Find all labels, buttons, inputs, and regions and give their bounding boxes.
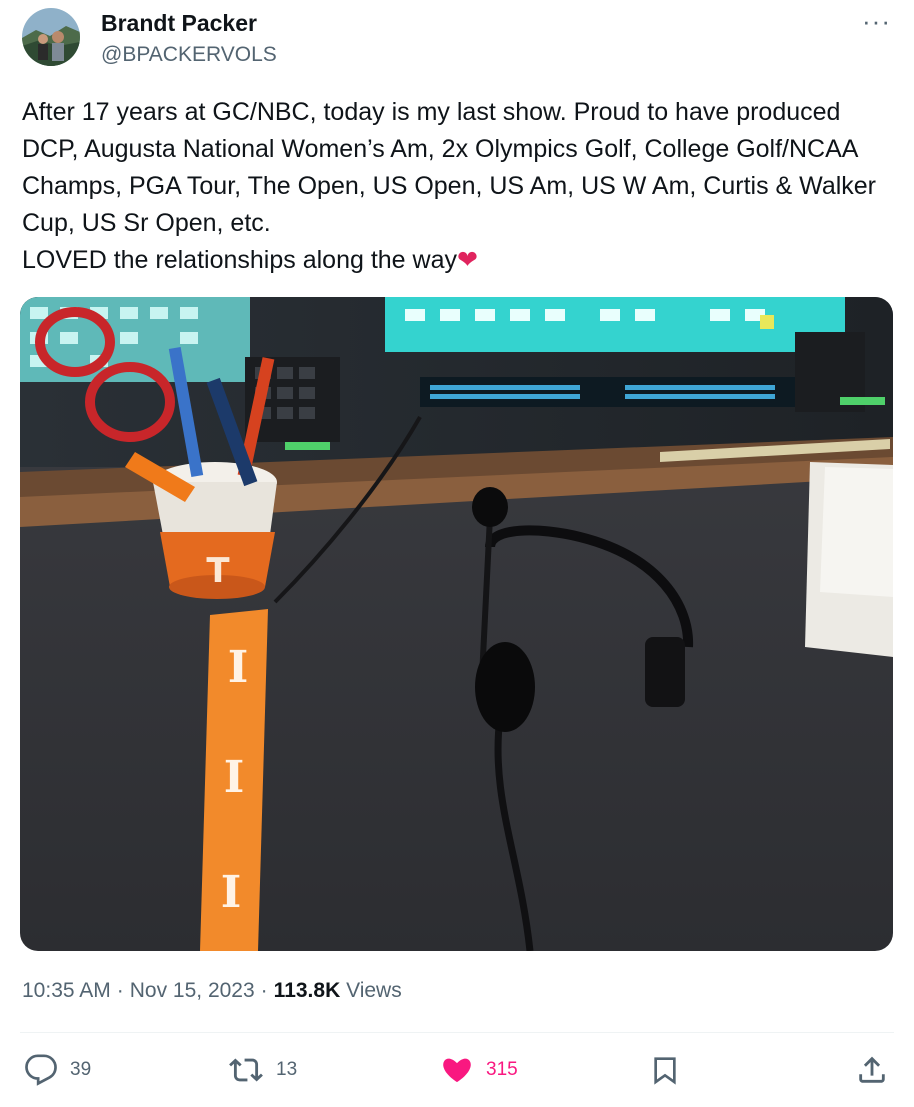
views-count[interactable]: 113.8K bbox=[274, 979, 341, 1002]
heart-icon bbox=[440, 1053, 474, 1087]
tweet-date[interactable]: Nov 15, 2023 bbox=[130, 979, 255, 1002]
author-handle[interactable]: @BPACKERVOLS bbox=[101, 43, 277, 67]
svg-text:I: I bbox=[221, 867, 242, 918]
svg-text:I: I bbox=[228, 642, 249, 693]
share-icon bbox=[855, 1053, 889, 1087]
tweet-time[interactable]: 10:35 AM bbox=[22, 979, 111, 1002]
separator-dot: · bbox=[260, 979, 268, 1002]
repost-count: 13 bbox=[276, 1059, 298, 1080]
author-name[interactable]: Brandt Packer bbox=[101, 10, 257, 37]
avatar[interactable] bbox=[22, 8, 80, 66]
red-heart-emoji: ❤ bbox=[456, 246, 478, 274]
svg-text:I: I bbox=[224, 752, 245, 803]
reply-icon bbox=[24, 1053, 58, 1087]
ellipsis-icon[interactable]: ··· bbox=[862, 6, 891, 37]
separator-dot: · bbox=[116, 979, 124, 1002]
tweet-text: After 17 years at GC/NBC, today is my la… bbox=[22, 94, 902, 279]
reply-count: 39 bbox=[70, 1059, 92, 1080]
divider bbox=[20, 1032, 894, 1033]
tweet-meta: 10:35 AM · Nov 15, 2023 · 113.8K Views bbox=[22, 979, 402, 1003]
repost-button[interactable]: 13 bbox=[228, 1052, 297, 1088]
share-button[interactable] bbox=[855, 1052, 889, 1088]
like-button[interactable]: 315 bbox=[440, 1052, 518, 1088]
reply-button[interactable]: 39 bbox=[24, 1052, 91, 1088]
tweet-photo[interactable]: T I I I bbox=[20, 297, 893, 951]
tweet-body: After 17 years at GC/NBC, today is my la… bbox=[22, 98, 877, 274]
views-label[interactable]: Views bbox=[346, 979, 402, 1002]
bookmark-icon bbox=[649, 1053, 681, 1087]
repost-icon bbox=[228, 1053, 264, 1087]
like-count: 315 bbox=[486, 1059, 518, 1080]
bookmark-button[interactable] bbox=[649, 1052, 681, 1088]
svg-text:T: T bbox=[206, 551, 230, 591]
